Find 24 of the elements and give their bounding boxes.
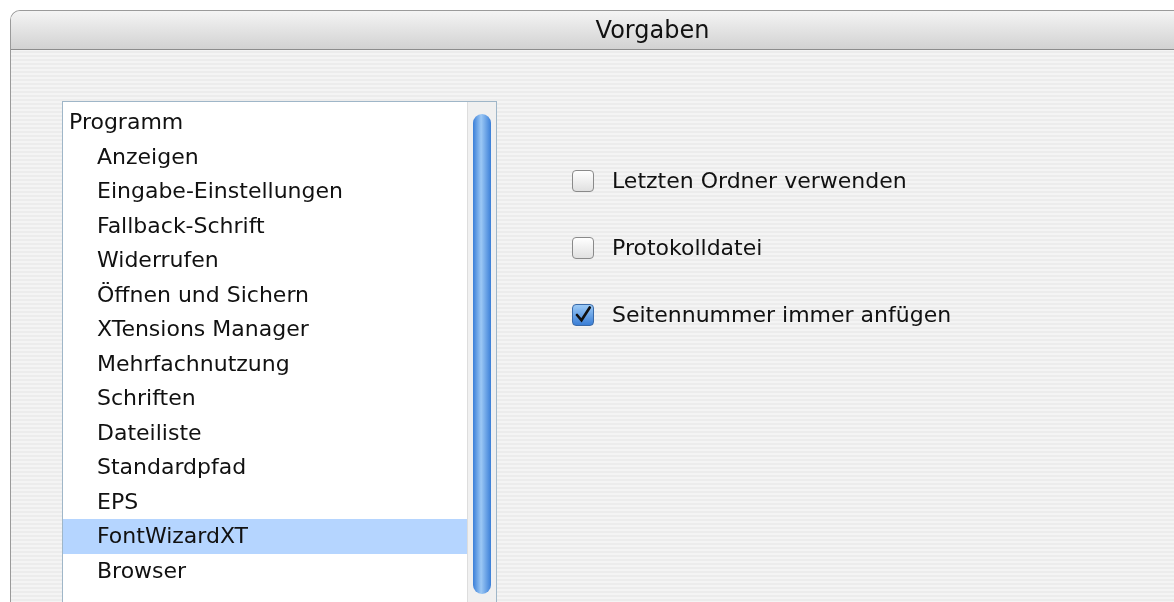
list-item[interactable]: Schriften <box>63 381 467 416</box>
checkmark-icon <box>574 305 592 324</box>
list-item[interactable]: Standardpfad <box>63 450 467 485</box>
checkbox[interactable] <box>572 303 594 326</box>
checkbox[interactable] <box>572 236 594 259</box>
checkbox-label[interactable]: Protokolldatei <box>612 235 763 260</box>
list-item[interactable]: Mehrfachnutzung <box>63 346 467 381</box>
list-item[interactable]: Browser <box>63 553 467 588</box>
list-item[interactable]: Widerrufen <box>63 243 467 278</box>
window-title: Vorgaben <box>594 16 710 44</box>
list-item[interactable]: Dateiliste <box>63 415 467 450</box>
list-item[interactable]: XTensions Manager <box>63 312 467 347</box>
list-item[interactable]: EPS <box>63 484 467 519</box>
list-item[interactable]: Fallback-Schrift <box>63 208 467 243</box>
checkbox[interactable] <box>572 169 594 192</box>
list-item[interactable]: Öffnen und Sichern <box>63 277 467 312</box>
checkbox-label[interactable]: Letzten Ordner verwenden <box>612 168 907 193</box>
checkbox-label[interactable]: Seitennummer immer anfügen <box>612 302 952 327</box>
list-item[interactable]: Anzeigen <box>63 139 467 174</box>
scrollbar[interactable] <box>467 102 496 602</box>
list-item[interactable]: Eingabe-Einstellungen <box>63 174 467 209</box>
list-item[interactable]: Programm <box>63 105 467 140</box>
list-item[interactable]: FontWizardXT <box>63 519 467 554</box>
scroll-thumb[interactable] <box>473 114 491 594</box>
